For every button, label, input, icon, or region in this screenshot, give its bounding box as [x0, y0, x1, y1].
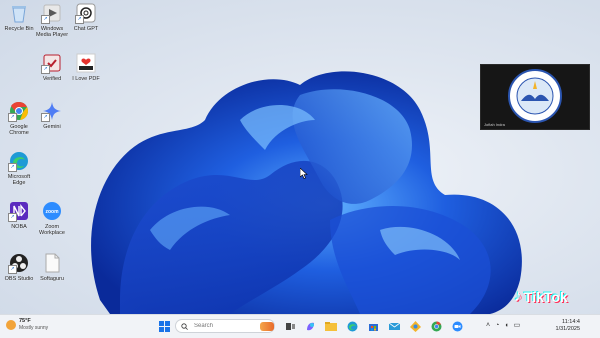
taskbar-chrome[interactable] [430, 320, 442, 332]
shortcut-arrow-icon: ↗ [8, 113, 17, 122]
gemini-icon: ↗ [41, 100, 63, 122]
noba-icon: ↗ [8, 200, 30, 222]
store-icon [368, 323, 378, 331]
weather-sunny-icon [6, 319, 16, 330]
desktop-icon-label: Microsoft Edge [7, 174, 31, 186]
taskbar-file-explorer[interactable] [325, 320, 337, 332]
shortcut-arrow-icon: ↗ [8, 163, 17, 172]
taskbar-zoom[interactable] [451, 320, 463, 332]
clock-date: 1/31/2025 [555, 326, 580, 332]
chrome-taskbar-icon [431, 321, 441, 331]
system-tray: ˄ ◔ ◖ ▭ [486, 321, 520, 331]
desktop-icon-microsoft-edge[interactable]: ↗ Microsoft Edge [1, 150, 37, 186]
mouse-cursor-icon [300, 168, 308, 179]
desktop-icon-recycle-bin[interactable]: Recycle Bin [1, 2, 37, 32]
tiktok-watermark: ♪ TikTok [514, 288, 568, 306]
weather-temp: 75°F [19, 318, 31, 324]
edge-taskbar-icon [347, 321, 357, 331]
desktop-icon-label: Zoom Workplace [39, 224, 65, 236]
mail-icon [388, 322, 400, 330]
taskbar-edge[interactable] [346, 320, 358, 332]
desktop-icon-zoom-workplace[interactable]: zoom Zoom Workplace [34, 200, 70, 236]
desktop-icon-label: OBS Studio [4, 276, 34, 282]
shortcut-arrow-icon: ↗ [8, 213, 17, 222]
media-player-icon: ↗ [41, 2, 63, 24]
taskbar-search[interactable] [175, 319, 275, 333]
windows-bloom-wallpaper [91, 71, 522, 314]
search-highlight-icon [260, 321, 274, 331]
clock[interactable]: 11:14:4 1/31/2025 [556, 319, 580, 333]
network-icon[interactable]: ◔ [495, 321, 499, 331]
desktop-icon-gemini[interactable]: ↗ Gemini [34, 100, 70, 130]
chevron-up-icon[interactable]: ˄ [486, 321, 490, 331]
desktop-icon-label: Softaguru [40, 276, 64, 282]
desktop-icon-label: Recycle Bin [4, 26, 34, 32]
taskbar-task-view[interactable] [284, 320, 296, 332]
shortcut-arrow-icon: ↗ [41, 15, 50, 24]
shortcut-arrow-icon: ↗ [75, 15, 84, 24]
tiktok-logo-icon: ♪ [514, 288, 522, 305]
desktop-icon-chat-gpt[interactable]: ↗ Chat GPT [68, 2, 104, 32]
chatgpt-icon: ↗ [75, 2, 97, 24]
svg-text:zoom: zoom [45, 209, 59, 215]
battery-icon[interactable]: ▭ [514, 321, 521, 331]
desktop-icon-verified[interactable]: ↗ Verified [34, 52, 70, 82]
bimbel-lentera-inklusi-logo [508, 69, 562, 123]
file-explorer-icon [325, 321, 337, 331]
chrome-icon: ↗ [8, 100, 30, 122]
edge-icon: ↗ [8, 150, 30, 172]
volume-icon[interactable]: ◖ [504, 321, 508, 331]
obs-icon: ↗ [8, 252, 30, 274]
shortcut-arrow-icon: ↗ [41, 113, 50, 122]
weather-condition: Mostly sunny [19, 325, 49, 331]
desktop-icon-noba[interactable]: ↗ NOBA [1, 200, 37, 230]
desktop-icon-label: Verified [42, 76, 62, 82]
verified-app-icon: ↗ [41, 52, 63, 74]
desktop-icon-obs-studio[interactable]: ↗ OBS Studio [1, 252, 37, 282]
desktop-icon-windows-media-player[interactable]: ↗ Windows Media Player [34, 2, 70, 38]
taskbar: 75°F Mostly sunny Search ˄ ◔ ◖ ▭ 11:14:4… [0, 314, 600, 338]
desktop-icon-label: Google Chrome [9, 124, 29, 136]
shortcut-arrow-icon: ↗ [8, 265, 17, 274]
desktop-icon-label: Windows Media Player [35, 26, 69, 38]
windows-logo-icon [158, 320, 170, 332]
desktop-icon-i-love-pdf[interactable]: I Love PDF [68, 52, 104, 82]
desktop-icon-label: I Love PDF [72, 76, 100, 82]
task-view-icon [285, 322, 295, 330]
webcam-overlay: Jofiah Indra [480, 64, 590, 130]
document-file-icon [41, 252, 63, 274]
desktop-icon-label: Chat GPT [73, 26, 99, 32]
recycle-bin-icon [8, 2, 30, 24]
taskbar-copilot[interactable] [304, 320, 316, 332]
zoom-taskbar-icon [452, 321, 462, 331]
desktop-icon-google-chrome[interactable]: ↗ Google Chrome [1, 100, 37, 136]
search-input[interactable] [192, 322, 256, 330]
desktop-icon-softaguru[interactable]: Softaguru [34, 252, 70, 282]
start-button[interactable] [158, 320, 170, 332]
desktop-icon-label: Gemini [43, 124, 61, 130]
photos-icon [409, 320, 421, 332]
search-icon [181, 322, 188, 330]
taskbar-store[interactable] [367, 320, 379, 332]
ilovepdf-icon [75, 52, 97, 74]
shortcut-arrow-icon: ↗ [41, 65, 50, 74]
tiktok-label: TikTok [524, 289, 568, 305]
taskbar-photos[interactable] [409, 320, 421, 332]
weather-widget[interactable]: 75°F Mostly sunny [6, 318, 48, 331]
desktop-icon-label: NOBA [11, 224, 27, 230]
taskbar-mail[interactable] [388, 320, 400, 332]
clock-time: 11:14:4 [562, 319, 580, 325]
desktop[interactable]: Recycle Bin ↗ Windows Media Player ↗ Cha… [0, 0, 600, 314]
zoom-icon: zoom [41, 200, 63, 222]
overlay-caption: Jofiah Indra [484, 122, 505, 127]
copilot-icon [306, 322, 314, 330]
